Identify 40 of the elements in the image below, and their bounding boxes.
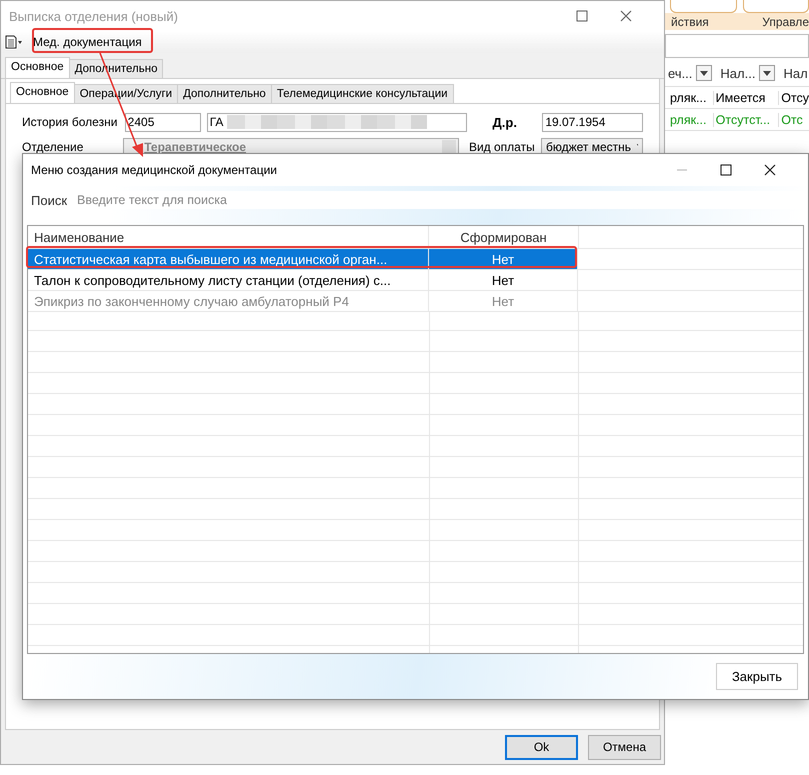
input-field[interactable]: ГА [206,112,468,132]
ribbon-label: Управле [762,14,809,28]
table-cell: рляк... [668,90,714,104]
tab[interactable]: Основное [10,82,75,103]
dialog-title: Меню создания медицинской документации [31,163,278,177]
close-icon[interactable] [764,164,776,176]
filter-dropdown-icon[interactable] [696,65,712,81]
column-header: Наименование [28,226,429,248]
column-header: еч... [668,66,692,80]
input-field[interactable] [665,34,809,58]
dialog-button[interactable]: Отмена [588,734,661,760]
table-cell: Отсутст... [714,112,780,126]
filter-dropdown-icon[interactable] [759,65,776,81]
table-cell: Имеется [714,90,780,104]
table-cell: рляк... [668,112,714,126]
column-header: Нал... [720,66,756,80]
column-header: Сформирован [429,226,579,248]
tab[interactable]: Основное [5,57,70,78]
table-cell[interactable]: Нет [429,270,578,290]
dialog-button[interactable]: Ok [505,734,578,760]
column-header: Нал [783,66,808,80]
field-label: Отделение [22,140,84,154]
close-button[interactable]: Закрыть [716,663,798,690]
input-field[interactable]: 2405 [124,112,201,132]
table-cell-text: Отсу [780,90,809,104]
search-label: Поиск [31,192,68,208]
ribbon-label: йствия [671,14,710,28]
field-label: История болезни [22,115,118,129]
tab[interactable]: Дополнительно [177,84,272,103]
tab[interactable]: Телемедицинские консультации [270,84,454,103]
window-title: Выписка отделения (новый) [9,8,179,24]
table-cell[interactable]: Статистическая карта выбывшего из медицинской орган... [28,249,429,269]
table-cell-text: Отс [780,112,804,126]
document-icon[interactable] [5,35,23,49]
input-field[interactable]: 19.07.1954 [542,112,643,132]
field-label: Вид оплаты [468,140,535,154]
table-cell[interactable]: Талон к сопроводительному листу станции (отделения) с... [28,270,429,290]
maximize-icon[interactable] [720,164,732,176]
toolbar-button[interactable]: Мед. документация [29,33,146,51]
field-label: Д.р. [492,114,518,130]
